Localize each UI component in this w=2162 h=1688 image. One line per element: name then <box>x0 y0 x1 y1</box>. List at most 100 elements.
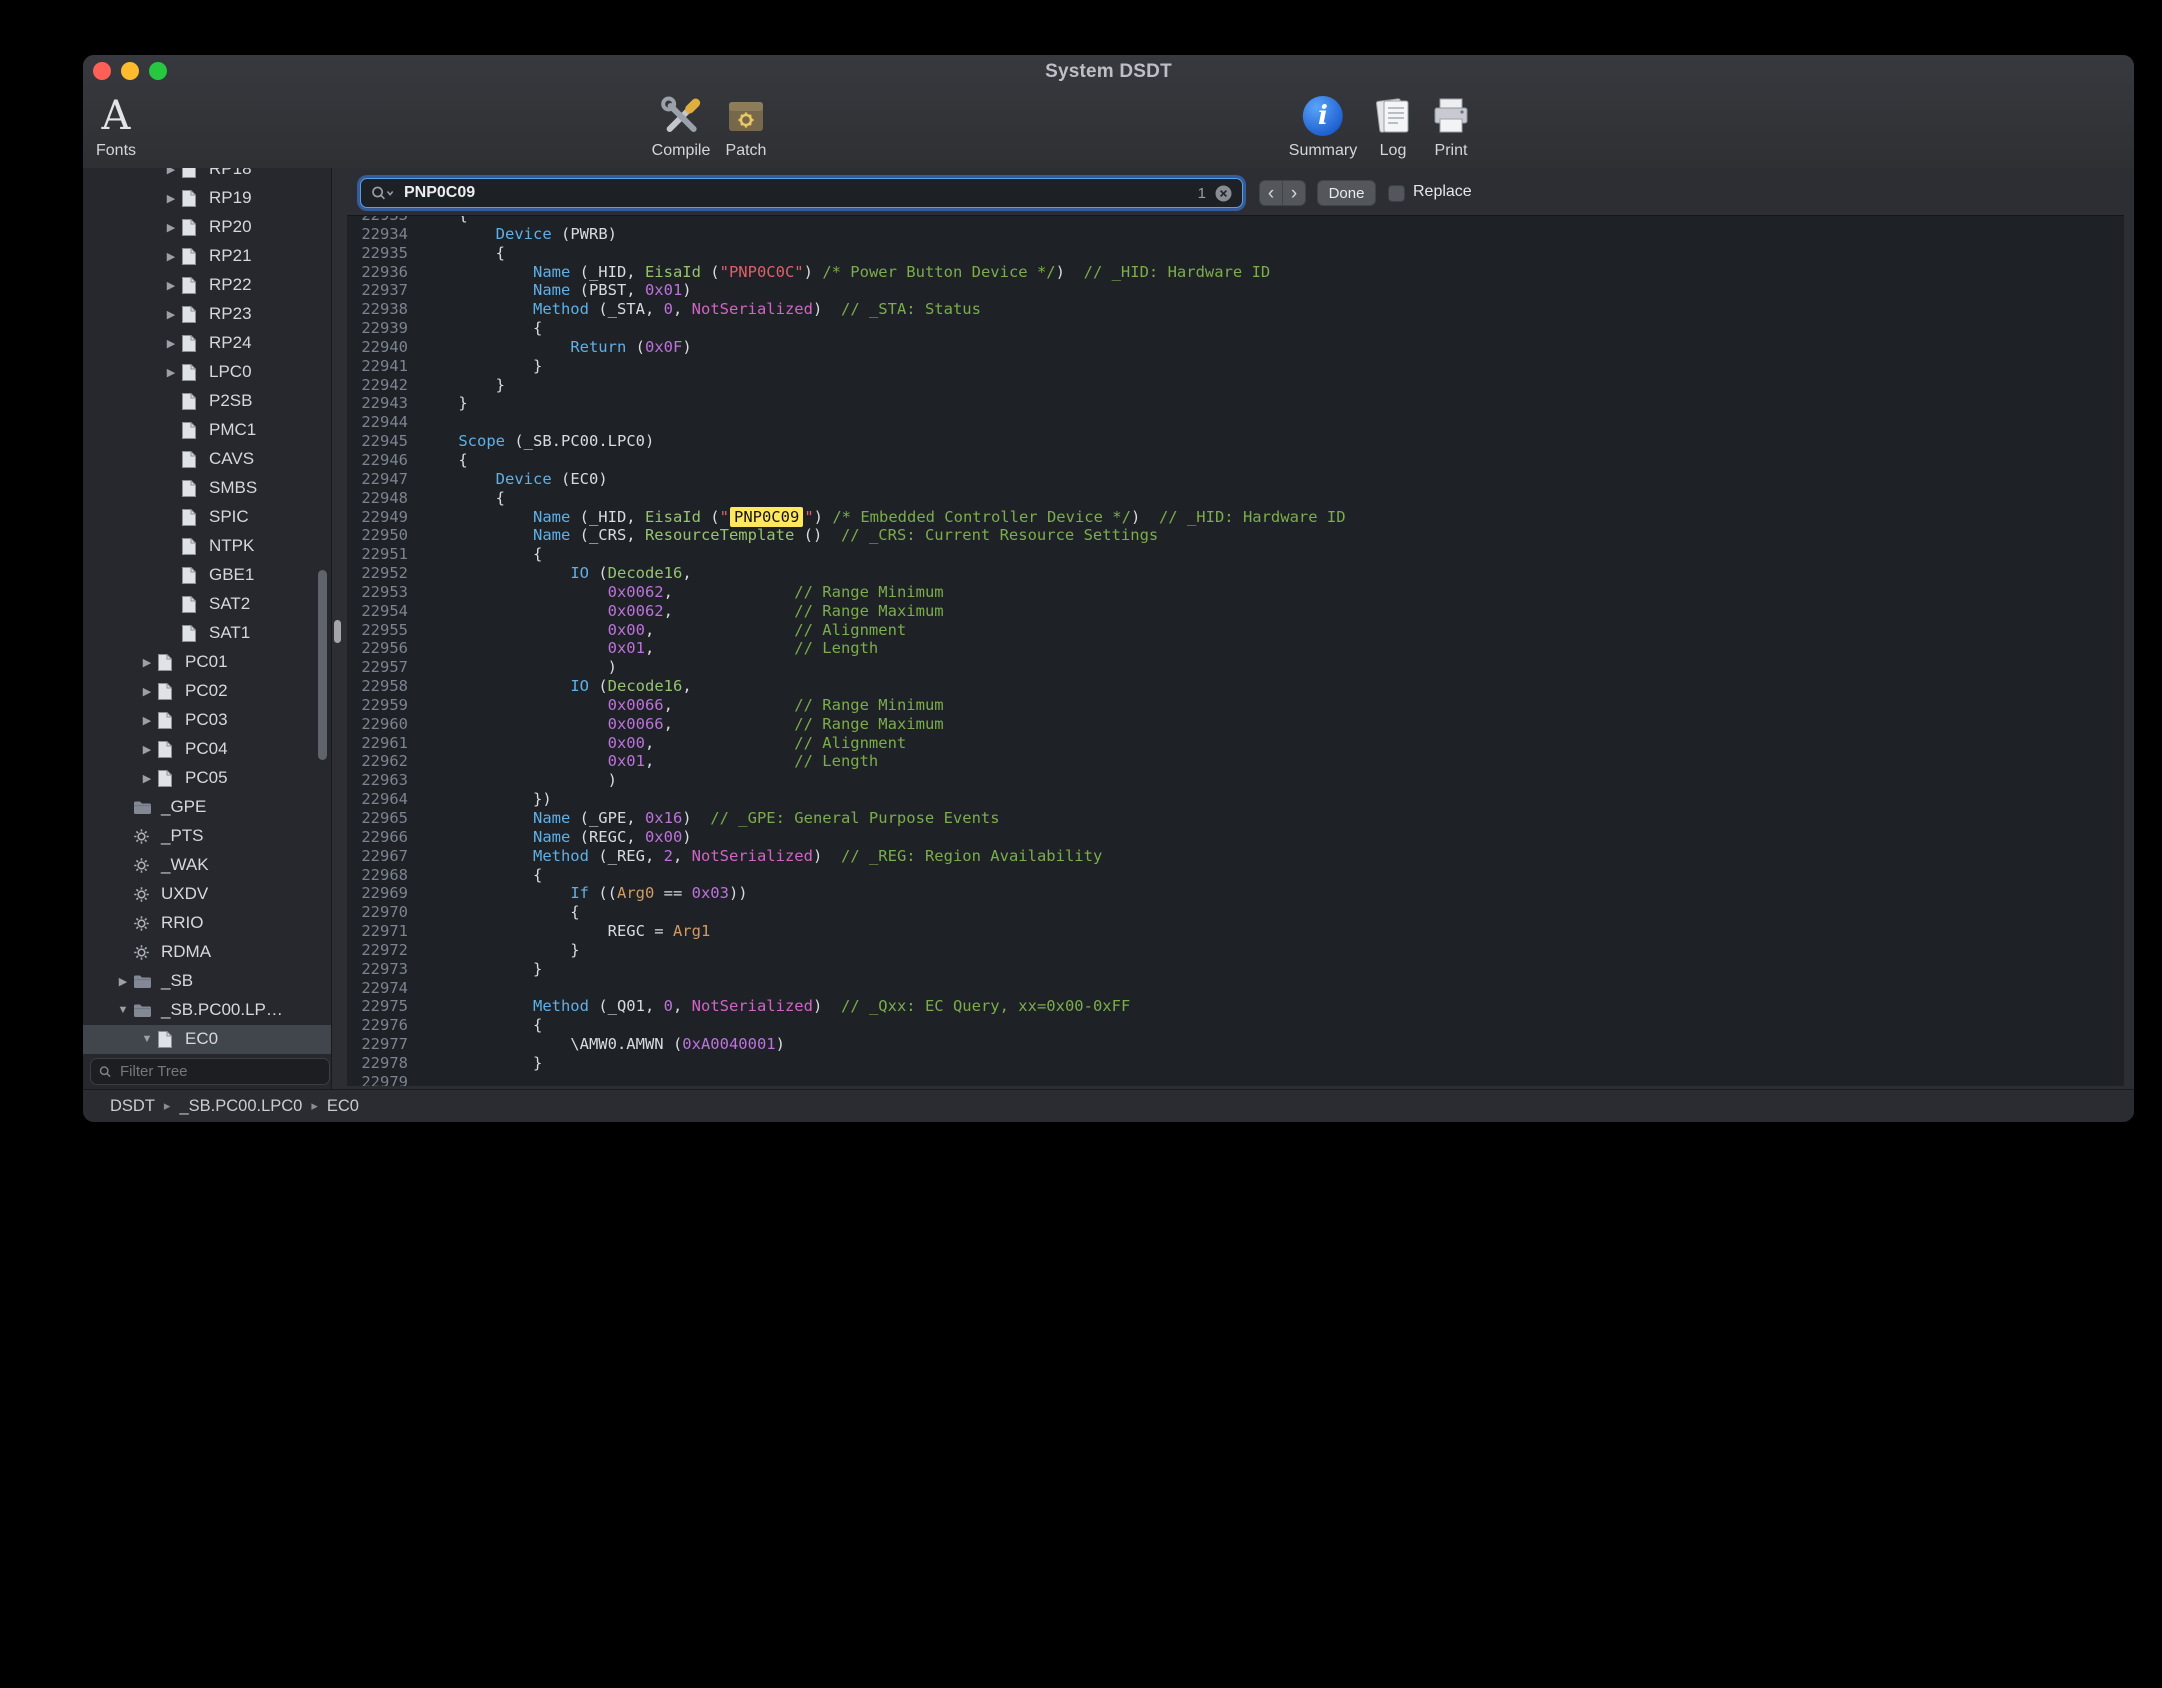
sidebar-item-rp19[interactable]: ▶RP19 <box>83 184 331 213</box>
line-number: 22957 <box>347 658 408 677</box>
done-button[interactable]: Done <box>1317 180 1376 206</box>
code-line: 22972 } <box>347 941 2124 960</box>
filter-tree-input[interactable] <box>118 1062 321 1081</box>
sidebar-item-rp20[interactable]: ▶RP20 <box>83 213 331 242</box>
sidebar-item-pc04[interactable]: ▶PC04 <box>83 735 331 764</box>
sidebar-item-spic[interactable]: SPIC <box>83 503 331 532</box>
sidebar-item-rp21[interactable]: ▶RP21 <box>83 242 331 271</box>
sidebar-item-rp23[interactable]: ▶ RP23 <box>83 300 331 329</box>
sidebar-item-pc05[interactable]: ▶PC05 <box>83 764 331 793</box>
sidebar-item-uxdv[interactable]: UXDV <box>83 880 331 909</box>
sidebar-item-pts[interactable]: _PTS <box>83 822 331 851</box>
chevron-right-icon[interactable]: ▶ <box>113 975 133 988</box>
chevron-right-icon[interactable]: ▶ <box>137 656 157 669</box>
sidebar-item-label: EC0 <box>185 1029 218 1049</box>
line-number: 22955 <box>347 621 408 640</box>
sidebar-item-sb-pc00-lp[interactable]: ▼_SB.PC00.LP… <box>83 996 331 1025</box>
sidebar-item-rdma[interactable]: RDMA <box>83 938 331 967</box>
sidebar-item-pc03[interactable]: ▶PC03 <box>83 706 331 735</box>
chevron-down-icon[interactable]: ▼ <box>137 1033 157 1045</box>
sidebar-item-smbs[interactable]: SMBS <box>83 474 331 503</box>
search-input[interactable] <box>402 183 1198 203</box>
sidebar-item-lpc0[interactable]: ▶LPC0 <box>83 358 331 387</box>
next-match-button[interactable]: › <box>1283 181 1305 205</box>
print-button[interactable]: Print <box>1428 91 1474 160</box>
chevron-right-icon[interactable]: ▶ <box>161 308 181 321</box>
code-lines: 22933 {22934 Device (PWRB)22935 {22936 N… <box>347 215 2124 1086</box>
sidebar-item-gpe[interactable]: _GPE <box>83 793 331 822</box>
chevron-right-icon[interactable]: ▶ <box>161 221 181 234</box>
clear-search-icon[interactable] <box>1215 185 1232 202</box>
chevron-right-icon[interactable]: ▶ <box>161 279 181 292</box>
gear-icon <box>133 944 159 961</box>
code-line: 22950 Name (_CRS, ResourceTemplate () //… <box>347 526 2124 545</box>
doc-icon <box>181 276 207 295</box>
breadcrumb-item[interactable]: DSDT <box>110 1097 155 1116</box>
chevron-right-icon[interactable]: ▶ <box>161 192 181 205</box>
splitter-grip[interactable] <box>334 620 341 643</box>
log-button[interactable]: Log <box>1370 91 1416 160</box>
sidebar-item-pmc1[interactable]: PMC1 <box>83 416 331 445</box>
compile-label: Compile <box>652 142 711 160</box>
previous-match-button[interactable]: ‹ <box>1260 181 1283 205</box>
code-line: 22954 0x0062, // Range Maximum <box>347 602 2124 621</box>
replace-checkbox[interactable] <box>1388 185 1405 202</box>
sidebar-item-rrio[interactable]: RRIO <box>83 909 331 938</box>
fonts-button[interactable]: A Fonts <box>96 91 136 160</box>
line-number: 22952 <box>347 564 408 583</box>
sidebar-item-sb[interactable]: ▶_SB <box>83 967 331 996</box>
sidebar-item-ntpk[interactable]: NTPK <box>83 532 331 561</box>
line-number: 22941 <box>347 357 408 376</box>
chevron-right-icon[interactable]: ▶ <box>137 685 157 698</box>
sidebar-item-label: SMBS <box>209 478 257 498</box>
summary-button[interactable]: i Summary <box>1289 91 1357 160</box>
sidebar-item-rp22[interactable]: ▶RP22 <box>83 271 331 300</box>
code-line: 22971 REGC = Arg1 <box>347 922 2124 941</box>
chevron-right-icon[interactable]: ▶ <box>161 168 181 176</box>
sidebar-item-rp24[interactable]: ▶RP24 <box>83 329 331 358</box>
sidebar-item-label: RP23 <box>209 304 252 324</box>
chevron-down-icon[interactable]: ▼ <box>113 1004 133 1016</box>
sidebar-item-p2sb[interactable]: P2SB <box>83 387 331 416</box>
code-text: Method (_Q01, 0, NotSerialized) // _Qxx:… <box>408 997 1130 1016</box>
chevron-right-icon[interactable]: ▶ <box>161 366 181 379</box>
sidebar-item-pc02[interactable]: ▶PC02 <box>83 677 331 706</box>
chevron-right-icon[interactable]: ▶ <box>137 714 157 727</box>
search-match-highlight: PNP0C09 <box>730 507 803 527</box>
breadcrumb-item[interactable]: _SB.PC00.LPC0 <box>179 1097 302 1116</box>
sidebar-item-gbe1[interactable]: GBE1 <box>83 561 331 590</box>
sidebar-item-ec0[interactable]: ▼ EC0 <box>83 1025 331 1054</box>
sidebar-item-pc01[interactable]: ▶PC01 <box>83 648 331 677</box>
sidebar-item-sat1[interactable]: SAT1 <box>83 619 331 648</box>
fonts-label: Fonts <box>96 142 136 160</box>
code-text: 0x01, // Length <box>408 639 878 658</box>
compile-button[interactable]: Compile <box>652 91 711 160</box>
sidebar-item-sat2[interactable]: SAT2 <box>83 590 331 619</box>
code-line: 22936 Name (_HID, EisaId ("PNP0C0C") /* … <box>347 263 2124 282</box>
chevron-right-icon[interactable]: ▶ <box>161 337 181 350</box>
sidebar-item-wak[interactable]: _WAK <box>83 851 331 880</box>
patch-button[interactable]: Patch <box>723 91 769 160</box>
search-icon[interactable] <box>371 185 395 201</box>
line-number: 22949 <box>347 508 408 527</box>
chevron-right-icon[interactable]: ▶ <box>137 743 157 756</box>
sidebar-item-rp18[interactable]: ▶RP18 <box>83 168 331 184</box>
sidebar-scrollbar[interactable] <box>318 570 327 760</box>
doc-icon <box>181 595 207 614</box>
editor-panel: 1 ‹ › Done Replace 22933 {22934 Device (… <box>332 168 2134 1089</box>
sidebar-item-cavs[interactable]: CAVS <box>83 445 331 474</box>
doc-icon <box>181 537 207 556</box>
doc-icon <box>181 334 207 353</box>
line-number: 22935 <box>347 244 408 263</box>
chevron-right-icon[interactable]: ▶ <box>137 772 157 785</box>
doc-icon <box>181 247 207 266</box>
doc-icon <box>181 218 207 237</box>
breadcrumb-item[interactable]: EC0 <box>327 1097 359 1116</box>
gear-icon <box>133 828 159 845</box>
code-line: 22957 ) <box>347 658 2124 677</box>
line-number: 22947 <box>347 470 408 489</box>
code-editor[interactable]: 22933 {22934 Device (PWRB)22935 {22936 N… <box>347 215 2124 1086</box>
gear-icon <box>133 915 159 932</box>
chevron-right-icon[interactable]: ▶ <box>161 250 181 263</box>
code-text: Return (0x0F) <box>408 338 692 357</box>
